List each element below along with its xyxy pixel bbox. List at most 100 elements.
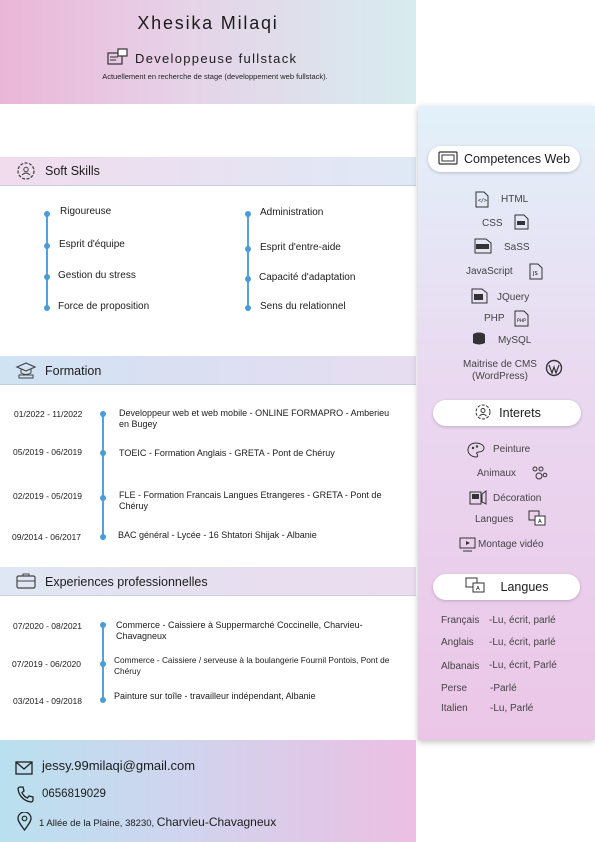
timeline-dot <box>100 697 106 703</box>
interest-montage: Montage vidéo <box>478 539 544 550</box>
timeline-dot <box>44 211 50 217</box>
address-city: Charvieu-Chavagneux <box>156 815 277 829</box>
experience-entry: Commerce - Caissiere à Suppermarché Cocc… <box>116 620 363 641</box>
formation-title: Formation <box>45 364 102 378</box>
language-level: -Parlé <box>490 683 517 694</box>
location-pin-icon <box>17 811 32 836</box>
skill-mysql: MySQL <box>498 335 532 346</box>
timeline-dot <box>44 274 50 280</box>
svg-text:A: A <box>476 586 480 592</box>
soft-skill-item: Sens du relationnel <box>260 301 346 312</box>
soft-skill-item: Force de proposition <box>58 301 150 312</box>
formation-date: 01/2022 - 11/2022 <box>14 409 83 419</box>
wordpress-icon <box>545 359 563 382</box>
interets-title: Interets <box>499 406 541 420</box>
web-code-icon <box>438 150 458 169</box>
timeline-dot <box>100 534 106 540</box>
briefcase-icon <box>15 571 37 596</box>
experience-entry: Painture sur toîle - travailleur indépen… <box>114 691 316 701</box>
language-level: -Lu, écrit, Parlé <box>489 660 557 671</box>
timeline-dot <box>100 495 106 501</box>
formation-date: 02/2019 - 05/2019 <box>13 491 83 501</box>
timeline-dot <box>245 276 251 282</box>
langues-title: Langues <box>500 580 549 594</box>
skill-html: HTML <box>501 194 529 205</box>
interest-animaux: Animaux <box>477 468 516 479</box>
contact-phone[interactable]: 0656819029 <box>42 788 106 800</box>
svg-text:PHP: PHP <box>517 318 526 324</box>
skill-javascript: JavaScript <box>466 266 513 277</box>
js-file-icon: JS <box>529 263 543 285</box>
decoration-icon <box>469 490 487 511</box>
language-name: Perse <box>441 683 468 694</box>
svg-text:JS: JS <box>532 271 538 277</box>
svg-text:A: A <box>538 519 542 525</box>
skill-php: PHP <box>484 313 505 324</box>
developer-icon <box>106 48 130 71</box>
sass-file-icon <box>474 238 492 259</box>
palette-icon <box>467 442 485 463</box>
video-editing-icon <box>459 537 476 557</box>
soft-skill-item: Gestion du stress <box>58 270 136 281</box>
experience-entry: Commerce - Caissiere / serveuse à la bou… <box>114 655 390 676</box>
skill-cms: Maitrise de CMS (WordPress) <box>463 359 537 382</box>
soft-skill-item: Administration <box>260 207 324 218</box>
candidate-name: Xhesika Milaqi <box>137 13 279 33</box>
timeline-dot <box>44 305 50 311</box>
langues-pill: A Langues <box>433 574 580 600</box>
mail-icon <box>15 760 35 781</box>
skill-css: CSS <box>482 218 503 229</box>
graduation-cap-icon <box>15 360 37 385</box>
interest-peinture: Peinture <box>493 444 531 455</box>
language-name: Italien <box>441 703 468 714</box>
competences-pill: Competences Web <box>428 146 580 172</box>
experience-title: Experiences professionnelles <box>45 575 208 589</box>
contact-email[interactable]: jessy.99milaqi@gmail.com <box>42 758 195 773</box>
interest-langues: Langues <box>475 514 514 525</box>
timeline-dot <box>245 246 251 252</box>
css-file-icon <box>514 214 529 235</box>
skill-jquery: JQuery <box>497 292 530 303</box>
timeline-dot <box>245 211 251 217</box>
interests-icon <box>473 403 493 424</box>
timeline-dot <box>100 661 106 667</box>
language-level: -Lu, écrit, parlé <box>489 637 556 648</box>
soft-skills-right-line <box>247 213 249 309</box>
php-file-icon: PHP <box>514 310 529 332</box>
experience-date: 07/2019 - 06/2020 <box>12 659 82 669</box>
competences-title: Competences Web <box>463 152 571 166</box>
soft-skill-item: Esprit d'équipe <box>59 239 125 250</box>
timeline-dot <box>100 622 106 628</box>
html-file-icon: </> <box>475 191 489 213</box>
formation-entry: FLE - Formation Francais Langues Etrange… <box>119 490 382 511</box>
translate-icon: A <box>528 510 546 532</box>
formation-entry: TOEIC - Formation Anglais - GRETA - Pont… <box>119 448 335 458</box>
language-name: Albanais <box>441 661 480 672</box>
language-level: -Lu, écrit, parlé <box>489 615 556 626</box>
job-title: Developpeuse fullstack <box>135 51 298 66</box>
timeline-dot <box>44 243 50 249</box>
phone-icon <box>17 786 34 808</box>
timeline-dot <box>245 305 251 311</box>
language-level: -Lu, Parlé <box>490 703 534 714</box>
experience-date: 03/2014 - 09/2018 <box>13 696 83 706</box>
interest-decoration: Décoration <box>493 493 542 504</box>
language-name: Anglais <box>441 637 474 648</box>
timeline-dot <box>100 411 106 417</box>
svg-text:</>: </> <box>478 198 487 204</box>
paw-icon <box>530 465 548 487</box>
formation-entry: Developpeur web et web mobile - ONLINE F… <box>119 408 390 429</box>
jquery-file-icon <box>471 288 488 309</box>
interets-pill: Interets <box>433 400 581 426</box>
soft-skill-item: Rigoureuse <box>60 206 112 217</box>
address-street: 1 Allée de la Plaine, 38230, <box>39 818 155 829</box>
formation-date: 05/2019 - 06/2019 <box>13 447 83 457</box>
formation-entry: BAC général - Lycée - 16 Shtatori Shijak… <box>118 530 317 540</box>
database-icon <box>470 331 488 354</box>
contact-address: 1 Allée de la Plaine, 38230, Charvieu-Ch… <box>39 815 276 829</box>
job-subtitle: Actuellement en recherche de stage (deve… <box>102 72 328 81</box>
soft-skills-left-line <box>46 213 48 309</box>
formation-date: 09/2014 - 06/2017 <box>12 532 82 542</box>
language-name: Français <box>441 615 480 626</box>
formation-line <box>102 413 104 540</box>
